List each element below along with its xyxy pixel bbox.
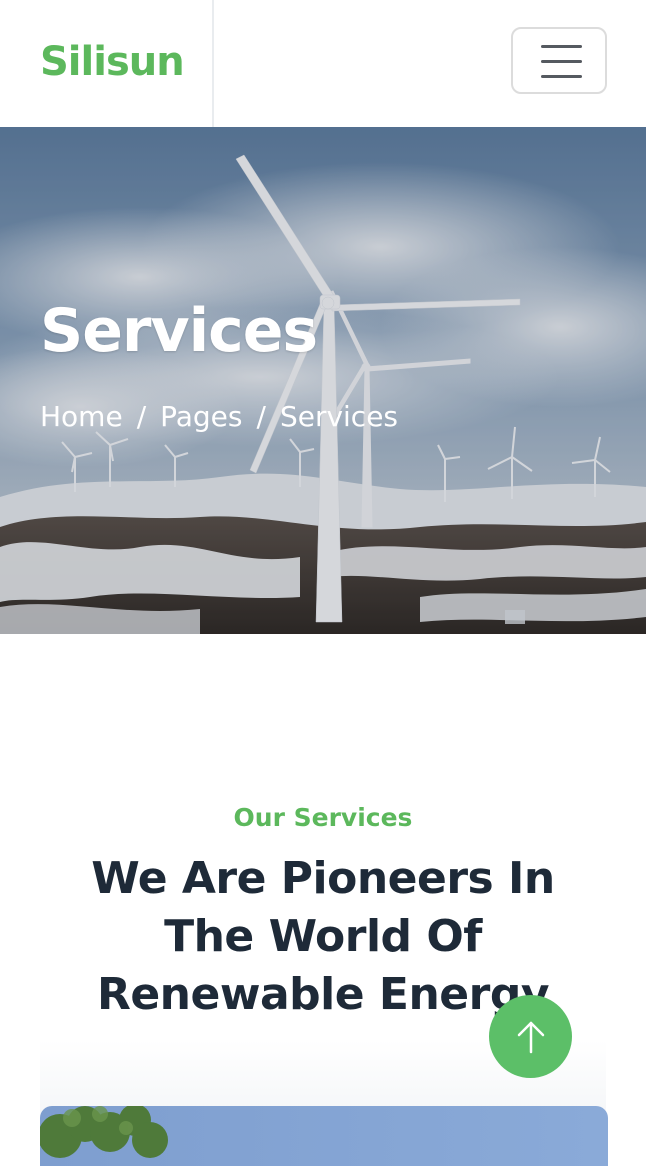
section-eyebrow: Our Services — [233, 803, 413, 832]
page-title: Services — [40, 296, 318, 366]
site-header: Silisun — [0, 0, 646, 128]
breadcrumb-home-link[interactable]: Home — [40, 399, 123, 435]
service-card-image[interactable] — [40, 1106, 608, 1166]
solar-field-image — [40, 1106, 608, 1166]
page-hero: Services Home / Pages / Services — [0, 127, 646, 634]
hamburger-icon-bar — [541, 75, 582, 78]
brand-logo[interactable]: Silisun — [40, 38, 185, 86]
breadcrumb-current: Services — [279, 400, 399, 433]
back-to-top-button[interactable] — [489, 995, 572, 1078]
wind-farm-hero-image — [0, 127, 646, 634]
breadcrumb-pages-link[interactable]: Pages — [160, 399, 242, 435]
menu-toggle-button[interactable] — [511, 27, 607, 94]
breadcrumb-separator: / — [256, 400, 266, 433]
hamburger-icon-bar — [541, 60, 582, 63]
breadcrumb-separator: / — [136, 400, 147, 433]
breadcrumb: Home / Pages / Services — [40, 399, 398, 435]
arrow-up-icon — [517, 1021, 544, 1053]
header-divider — [212, 0, 214, 127]
hamburger-icon — [541, 45, 582, 48]
